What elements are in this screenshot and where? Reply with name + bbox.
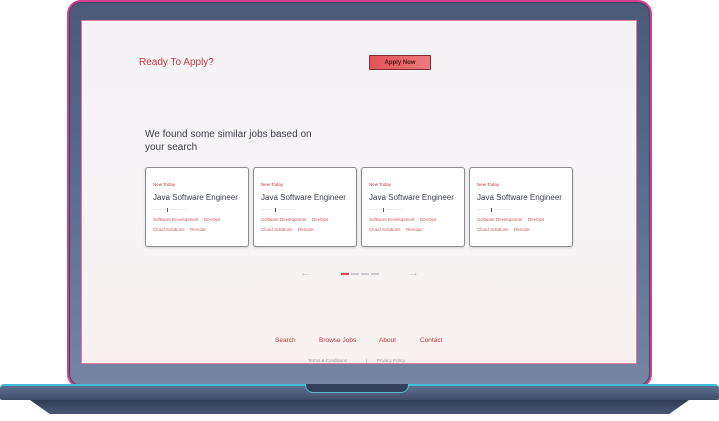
footer-link-browse-jobs[interactable]: Browse Jobs (319, 337, 356, 344)
job-title[interactable]: Java Software Engineer (369, 193, 454, 202)
job-meta-placeholder: ┈┈┈┈┈┈┈ ┈┈┈┈┈ ┈┈┈┈┈ (477, 208, 511, 212)
footer-link-contact[interactable]: Contact (420, 337, 442, 344)
skill-tag[interactable]: Remote (190, 227, 206, 232)
skill-tag[interactable]: DevOps (420, 217, 436, 222)
job-tag: New Today (477, 182, 500, 187)
job-tag: New Today (153, 182, 176, 187)
arrow-left-icon[interactable]: ← (300, 267, 311, 279)
similar-jobs-heading: We found some similar jobs based on your… (145, 129, 312, 153)
job-skills-line: Software Development · DevOps (153, 217, 221, 222)
job-meta-placeholder: ┈┈┈┈┈┈┈ ┈┈┈┈┈ ┈┈┈┈┈ (153, 208, 187, 212)
skill-tag[interactable]: Cloud Solutions (261, 227, 293, 232)
skill-tag[interactable]: DevOps (528, 217, 544, 222)
job-skills-line: Cloud Solutions · Remote (369, 227, 422, 232)
job-title[interactable]: Java Software Engineer (261, 193, 346, 202)
laptop-screen: Ready To Apply? Apply Now We found some … (81, 20, 637, 364)
skill-tag[interactable]: Remote (406, 227, 422, 232)
pager-dot[interactable] (361, 273, 369, 275)
job-title[interactable]: Java Software Engineer (153, 193, 238, 202)
job-skills-line: Software Development · DevOps (261, 217, 329, 222)
job-title[interactable]: Java Software Engineer (477, 193, 562, 202)
privacy-link[interactable]: Privacy Policy (377, 358, 405, 363)
skill-tag[interactable]: Software Development (477, 217, 523, 222)
footer-link-search[interactable]: Search (275, 337, 296, 344)
skill-tag[interactable]: Remote (298, 227, 314, 232)
legal-separator: | (366, 358, 368, 363)
skill-tag[interactable]: DevOps (204, 217, 220, 222)
job-card[interactable]: New Today Java Software Engineer ┈┈┈┈┈┈┈… (145, 167, 249, 247)
skill-tag[interactable]: Software Development (369, 217, 415, 222)
footer-link-about[interactable]: About (379, 337, 396, 344)
job-tag: New Today (261, 182, 284, 187)
job-meta-placeholder: ┈┈┈┈┈┈┈ ┈┈┈┈┈ ┈┈┈┈┈ (261, 208, 295, 212)
skill-tag[interactable]: Software Development (261, 217, 307, 222)
job-card[interactable]: New Today Java Software Engineer ┈┈┈┈┈┈┈… (469, 167, 573, 247)
pager-dot-active[interactable] (341, 273, 349, 275)
pager-dot[interactable] (371, 273, 379, 275)
laptop-notch (305, 384, 409, 393)
job-skills-line: Cloud Solutions · Remote (477, 227, 530, 232)
carousel-pager (341, 273, 379, 275)
job-card[interactable]: New Today Java Software Engineer ┈┈┈┈┈┈┈… (361, 167, 465, 247)
skill-tag[interactable]: Cloud Solutions (477, 227, 509, 232)
job-meta-placeholder: ┈┈┈┈┈┈┈ ┈┈┈┈┈ ┈┈┈┈┈ (369, 208, 403, 212)
terms-link[interactable]: Terms & Conditions (308, 358, 347, 363)
skill-tag[interactable]: Cloud Solutions (153, 227, 185, 232)
ready-to-apply-title: Ready To Apply? (139, 57, 214, 68)
laptop-foot (30, 400, 689, 414)
job-skills-line: Cloud Solutions · Remote (153, 227, 206, 232)
job-card[interactable]: New Today Java Software Engineer ┈┈┈┈┈┈┈… (253, 167, 357, 247)
skill-tag[interactable]: Cloud Solutions (369, 227, 401, 232)
skill-tag[interactable]: DevOps (312, 217, 328, 222)
skill-tag[interactable]: Remote (514, 227, 530, 232)
job-tag: New Today (369, 182, 392, 187)
arrow-right-icon[interactable]: → (408, 267, 419, 279)
truncated-text-line (140, 21, 360, 23)
skill-tag[interactable]: Software Development (153, 217, 199, 222)
job-skills-line: Cloud Solutions · Remote (261, 227, 314, 232)
job-skills-line: Software Development · DevOps (369, 217, 437, 222)
apply-now-button[interactable]: Apply Now (369, 55, 431, 70)
job-skills-line: Software Development · DevOps (477, 217, 545, 222)
pager-dot[interactable] (351, 273, 359, 275)
